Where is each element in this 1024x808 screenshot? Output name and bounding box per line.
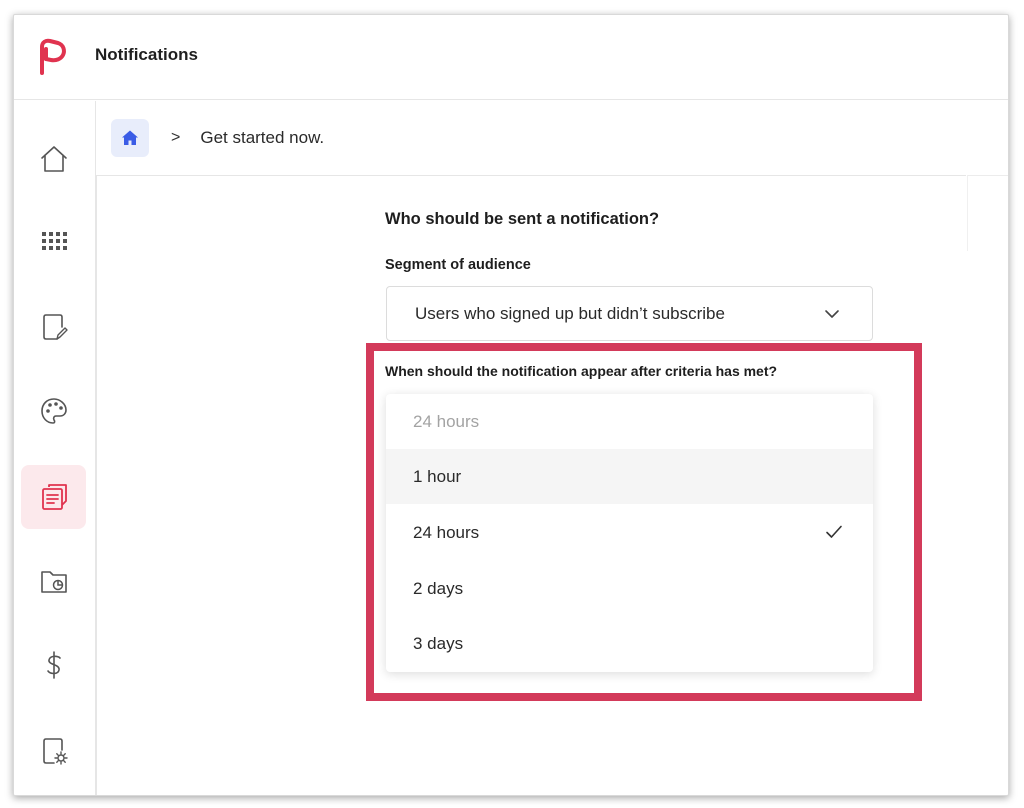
timing-label: When should the notification appear afte… (385, 363, 778, 379)
segment-select[interactable]: Users who signed up but didn’t subscribe (386, 286, 873, 341)
sidebar (14, 101, 96, 795)
document-settings-icon (42, 738, 68, 765)
home-icon (122, 130, 138, 145)
dropdown-placeholder: 24 hours (413, 411, 480, 431)
folder-chart-icon (40, 571, 67, 593)
dropdown-option-3-days[interactable]: 3 days (386, 616, 873, 671)
sidebar-item-editor[interactable] (21, 295, 86, 359)
dropdown-option-24-hours[interactable]: 24 hours (386, 505, 873, 560)
grid-icon (41, 232, 67, 250)
palette-icon (40, 398, 67, 424)
option-label: 3 days (413, 633, 464, 653)
sidebar-item-reports[interactable] (21, 549, 86, 613)
dollar-icon (46, 651, 61, 679)
segment-select-value: Users who signed up but didn’t subscribe (415, 303, 725, 323)
timing-dropdown-menu: 24 hours 1 hour 24 hours 2 days 3 days (386, 394, 873, 672)
sidebar-item-theme[interactable] (21, 379, 86, 443)
check-icon (826, 525, 842, 538)
sidebar-item-billing[interactable] (21, 633, 86, 697)
segment-label: Segment of audience (385, 257, 531, 273)
sidebar-item-settings[interactable] (21, 719, 86, 783)
breadcrumb-home-button[interactable] (111, 119, 149, 157)
chevron-down-icon (825, 310, 839, 318)
sidebar-item-apps[interactable] (21, 211, 86, 275)
dropdown-option-1-hour[interactable]: 1 hour (386, 449, 873, 504)
sidebar-item-notifications[interactable] (21, 465, 86, 529)
form-question: Who should be sent a notification? (385, 210, 660, 228)
option-label: 1 hour (413, 466, 462, 486)
side-panel-edge (967, 175, 1008, 251)
breadcrumb: > Get started now. (111, 119, 324, 157)
breadcrumb-current: Get started now. (200, 128, 325, 147)
page-title: Notifications (95, 45, 198, 64)
option-label: 2 days (413, 578, 464, 598)
app-window: Notifications > Get started now. Who sho… (13, 14, 1009, 796)
breadcrumb-separator: > (171, 129, 181, 146)
option-label: 24 hours (413, 522, 480, 542)
brand-logo-icon[interactable] (36, 37, 68, 75)
document-edit-icon (42, 314, 68, 340)
sidebar-item-home[interactable] (21, 127, 86, 191)
home-icon (40, 146, 67, 172)
top-bar: Notifications (14, 15, 1008, 100)
notification-form-icon (41, 484, 67, 510)
dropdown-option-2-days[interactable]: 2 days (386, 561, 873, 616)
